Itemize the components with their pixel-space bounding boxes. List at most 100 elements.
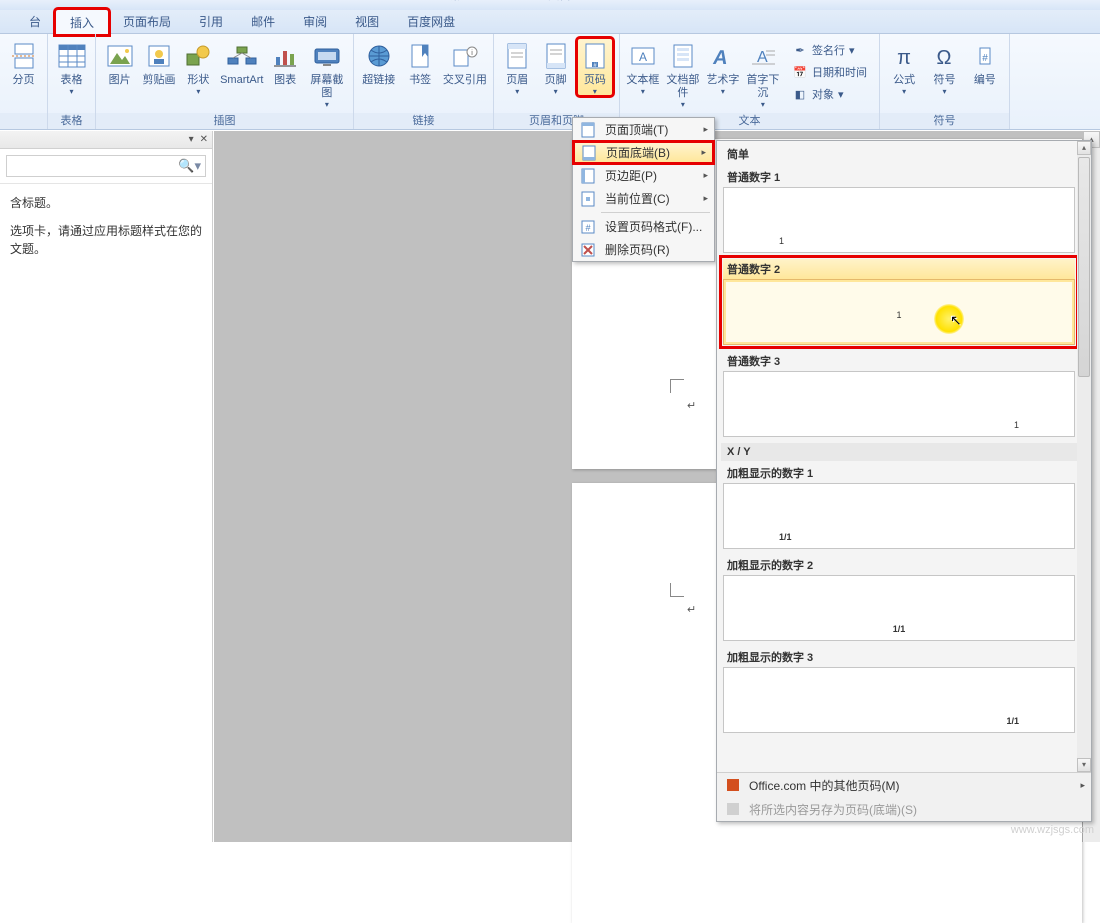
chevron-down-icon: ▾ xyxy=(554,87,558,96)
chart-button[interactable]: 图表 xyxy=(267,38,302,87)
wordart-icon: A xyxy=(707,40,739,72)
navpane-close-icon[interactable]: ✕ xyxy=(200,134,208,145)
scroll-down-icon[interactable]: ▾ xyxy=(1077,758,1091,772)
chevron-down-icon: ▾ xyxy=(902,87,906,96)
clipart-icon xyxy=(143,40,175,72)
crossref-button[interactable]: i 交叉引用 xyxy=(443,38,487,87)
page-top-icon xyxy=(579,121,597,139)
signature-button[interactable]: ✒签名行▾ xyxy=(788,40,871,60)
datetime-button[interactable]: 📅日期和时间 xyxy=(788,62,871,82)
tab-mailings[interactable]: 邮件 xyxy=(237,9,289,34)
hyperlink-button[interactable]: 超链接 xyxy=(360,38,397,87)
chevron-down-icon: ▾ xyxy=(761,100,765,109)
tab-file-stub[interactable]: 台 xyxy=(15,9,55,34)
group-label-table: 表格 xyxy=(48,113,95,129)
chevron-down-icon: ▾ xyxy=(641,87,645,96)
footer-button[interactable]: 页脚 ▾ xyxy=(538,38,572,96)
crossref-icon: i xyxy=(449,40,481,72)
textbox-button[interactable]: A 文本框 ▾ xyxy=(626,38,660,96)
picture-icon xyxy=(104,40,136,72)
gallery-item-plain2[interactable]: 普通数字 2 1 ↖ xyxy=(723,259,1075,345)
gallery-save-selection: 将所选内容另存为页码(底端)(S) xyxy=(717,797,1091,821)
equation-button[interactable]: π 公式 ▾ xyxy=(886,38,922,96)
navpane-dropdown-icon[interactable]: ▾ xyxy=(189,134,194,145)
tab-baidu[interactable]: 百度网盘 xyxy=(393,9,469,34)
navpane-text: 选项卡，请通过应用标题样式在您的文题。 xyxy=(10,222,202,258)
quickparts-button[interactable]: 文档部件 ▾ xyxy=(664,38,702,109)
watermark: www.wzjsgs.com xyxy=(1011,824,1094,836)
gallery-more-office[interactable]: Office.com 中的其他页码(M)▸ xyxy=(717,773,1091,797)
shapes-button[interactable]: 形状 ▾ xyxy=(181,38,216,96)
signature-icon: ✒ xyxy=(792,42,808,58)
chevron-down-icon: ▾ xyxy=(942,87,946,96)
scroll-up-icon[interactable]: ▴ xyxy=(1077,141,1091,155)
calendar-icon: 📅 xyxy=(792,64,808,80)
object-button[interactable]: ◧对象▾ xyxy=(788,84,871,104)
chevron-down-icon: ▾ xyxy=(515,87,519,96)
page-number-gallery: 简单 普通数字 1 1 普通数字 2 1 ↖ 普通数字 3 1 X / Y 加粗… xyxy=(716,140,1092,822)
dropcap-button[interactable]: A 首字下沉 ▾ xyxy=(744,38,782,109)
shapes-icon xyxy=(182,40,214,72)
group-label-illustrations: 插图 xyxy=(96,113,353,129)
navigation-pane: ▾ ✕ 🔍▾ 含标题。 选项卡，请通过应用标题样式在您的文题。 xyxy=(0,131,213,842)
gallery-item-plain3[interactable]: 普通数字 3 1 xyxy=(723,351,1075,437)
group-label-links: 链接 xyxy=(354,113,493,129)
menu-page-top[interactable]: 页面顶端(T)▸ xyxy=(573,118,714,141)
gallery-section-xy: X / Y xyxy=(721,443,1077,461)
table-icon xyxy=(56,40,88,72)
chevron-down-icon: ▾ xyxy=(721,87,725,96)
page-margin-icon xyxy=(579,167,597,185)
svg-text:#: # xyxy=(585,223,590,233)
menu-format-pagenum[interactable]: # 设置页码格式(F)... xyxy=(573,215,714,238)
menu-current-position[interactable]: 当前位置(C)▸ xyxy=(573,187,714,210)
chevron-down-icon: ▾ xyxy=(593,87,597,96)
clipart-button[interactable]: 剪贴画 xyxy=(141,38,176,87)
number-button[interactable]: # 编号 xyxy=(967,38,1003,87)
gallery-item-bold1[interactable]: 加粗显示的数字 1 1/1 xyxy=(723,463,1075,549)
menu-separator xyxy=(601,212,710,213)
navpane-header: ▾ ✕ xyxy=(0,131,212,149)
gallery-scrollbar[interactable]: ▴ ▾ xyxy=(1077,141,1091,772)
menu-remove-pagenum[interactable]: 删除页码(R) xyxy=(573,238,714,261)
menu-page-margin[interactable]: 页边距(P)▸ xyxy=(573,164,714,187)
tab-review[interactable]: 审阅 xyxy=(289,9,341,34)
screenshot-icon xyxy=(311,40,343,72)
symbol-button[interactable]: Ω 符号 ▾ xyxy=(926,38,962,96)
screenshot-button[interactable]: 屏幕截图 ▾ xyxy=(307,38,347,109)
cursor-arrow-icon: ↖ xyxy=(950,312,962,329)
page-number-icon: # xyxy=(579,40,611,72)
smartart-button[interactable]: SmartArt xyxy=(220,38,263,87)
table-button[interactable]: 表格 ▾ xyxy=(54,38,89,96)
window-title: 新建 Microsoft Word 文档 - Microsoft Word xyxy=(446,0,653,2)
group-label-symbols: 符号 xyxy=(880,113,1009,129)
gallery-item-bold2[interactable]: 加粗显示的数字 2 1/1 xyxy=(723,555,1075,641)
page-break-button[interactable]: 分页 xyxy=(6,38,41,87)
gallery-item-plain1[interactable]: 普通数字 1 1 xyxy=(723,167,1075,253)
search-input[interactable]: 🔍▾ xyxy=(6,155,206,177)
symbol-icon: Ω xyxy=(928,40,960,72)
quickparts-icon xyxy=(667,40,699,72)
bookmark-button[interactable]: 书签 xyxy=(401,38,438,87)
tab-view[interactable]: 视图 xyxy=(341,9,393,34)
ribbon: 分页 表格 ▾ 表格 图片 剪贴画 形状 xyxy=(0,34,1100,130)
tab-insert[interactable]: 插入 xyxy=(55,9,109,35)
svg-text:Ω: Ω xyxy=(937,47,952,68)
wordart-button[interactable]: A 艺术字 ▾ xyxy=(706,38,740,96)
scrollbar-thumb[interactable] xyxy=(1078,157,1090,377)
svg-text:A: A xyxy=(711,47,730,68)
submenu-arrow-icon: ▸ xyxy=(701,147,706,158)
textbox-icon: A xyxy=(627,40,659,72)
header-button[interactable]: 页眉 ▾ xyxy=(500,38,534,96)
page-number-button[interactable]: # 页码 ▾ xyxy=(577,38,613,96)
picture-button[interactable]: 图片 xyxy=(102,38,137,87)
submenu-arrow-icon: ▸ xyxy=(703,124,708,135)
number-icon: # xyxy=(969,40,1001,72)
chart-icon xyxy=(269,40,301,72)
ribbon-tabs: 台 插入 页面布局 引用 邮件 审阅 视图 百度网盘 xyxy=(0,10,1100,34)
format-icon: # xyxy=(579,218,597,236)
menu-page-bottom[interactable]: 页面底端(B)▸ xyxy=(574,142,713,163)
tab-pagelayout[interactable]: 页面布局 xyxy=(109,9,185,34)
gallery-item-bold3[interactable]: 加粗显示的数字 3 1/1 xyxy=(723,647,1075,733)
tab-references[interactable]: 引用 xyxy=(185,9,237,34)
chevron-down-icon: ▾ xyxy=(325,100,329,109)
